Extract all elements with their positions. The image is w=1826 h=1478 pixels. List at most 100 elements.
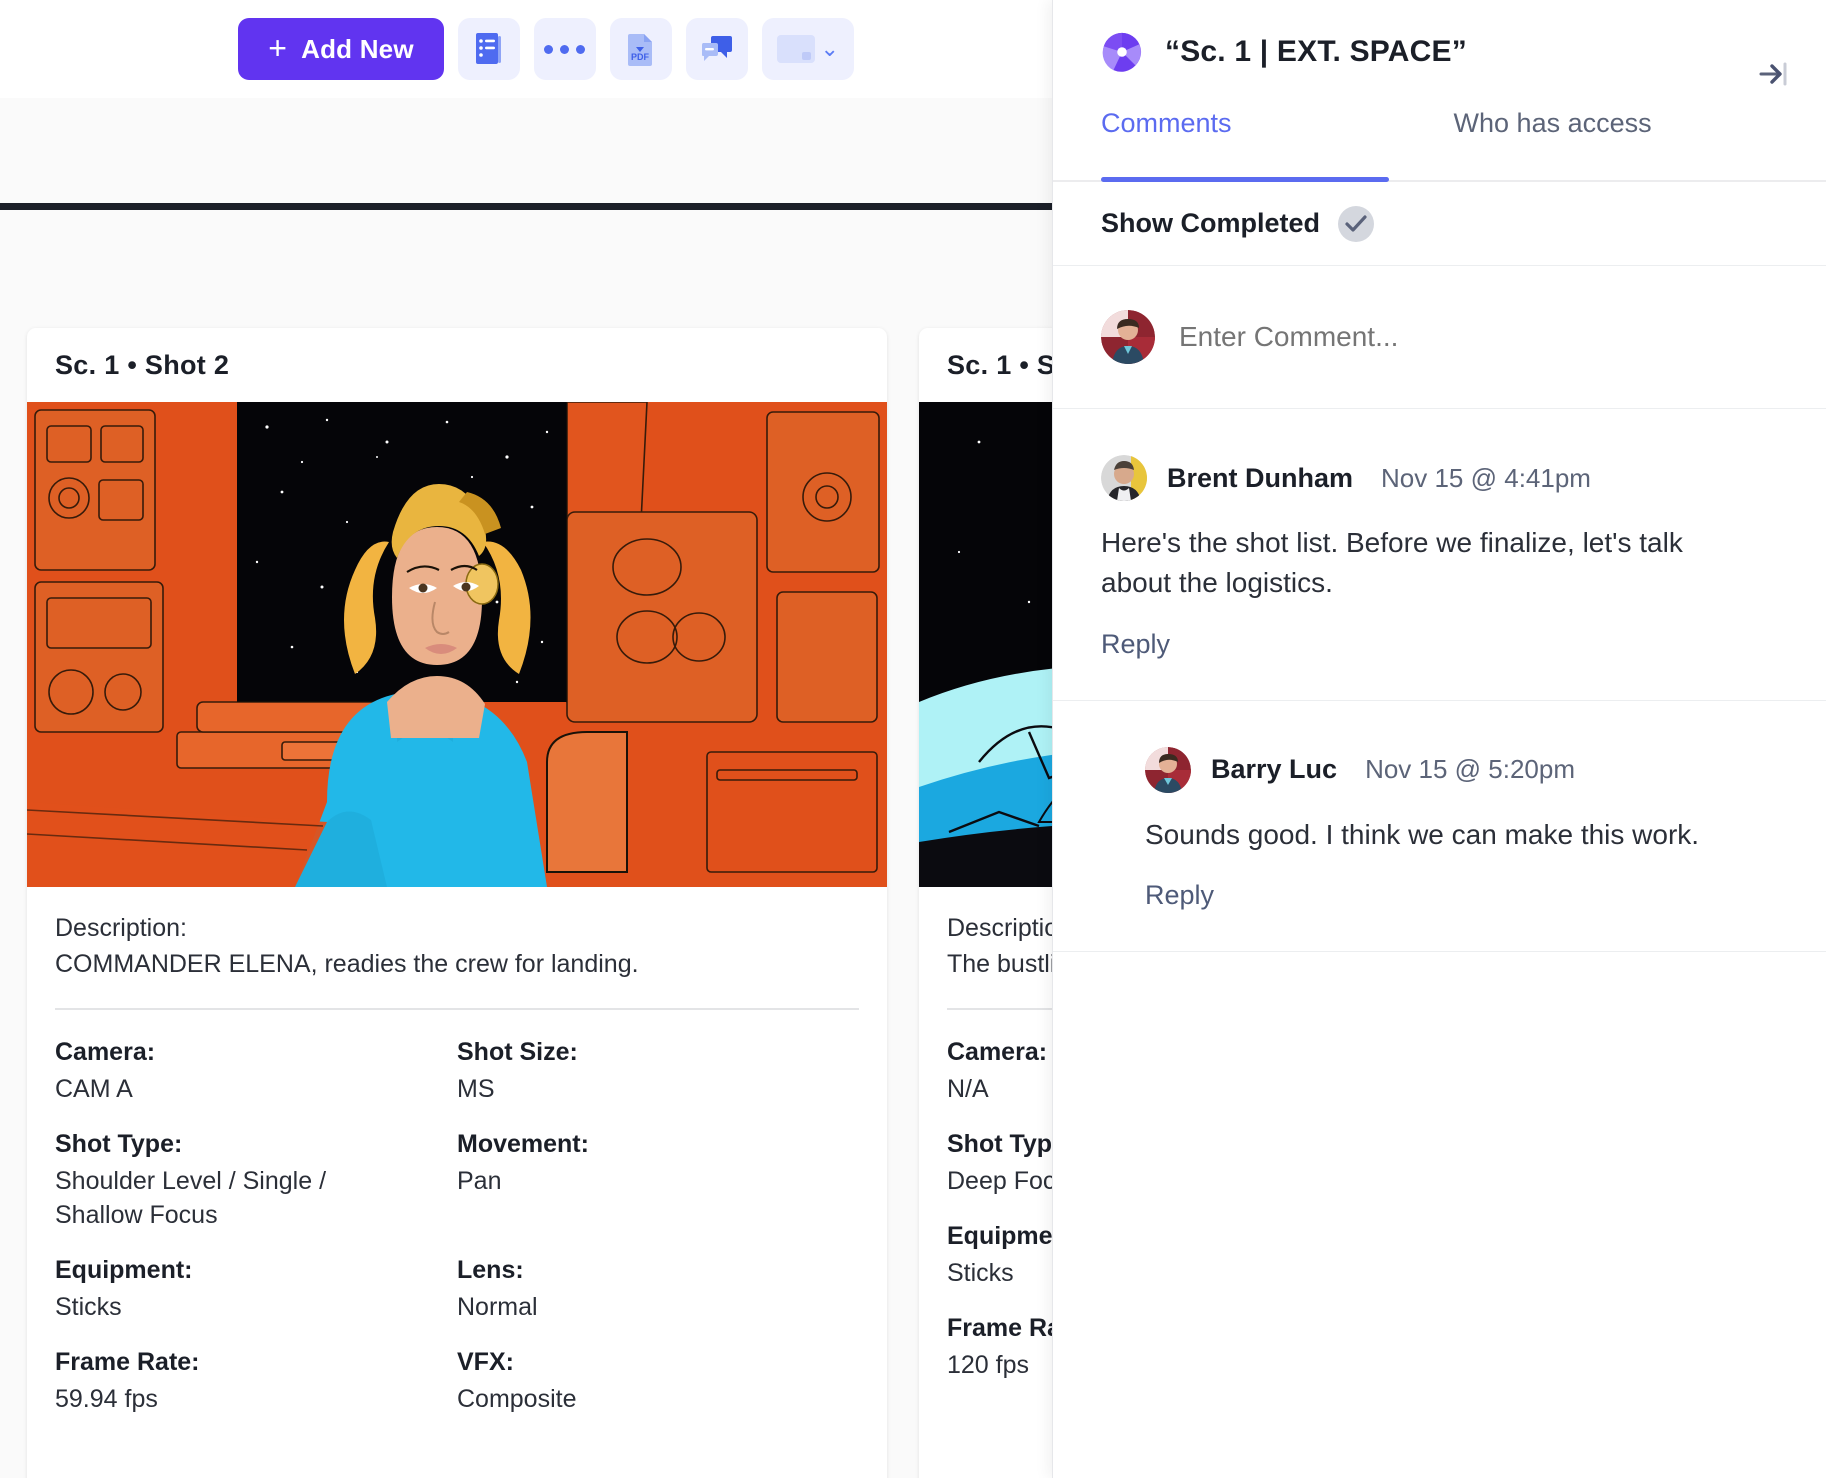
panel-title: “Sc. 1 | EXT. SPACE” [1165, 35, 1467, 68]
description-text: COMMANDER ELENA, readies the crew for la… [55, 949, 639, 978]
card-divider [947, 1008, 1052, 1010]
shot-list-icon [475, 33, 501, 64]
panel-header: “Sc. 1 | EXT. SPACE” [1053, 0, 1826, 104]
main-region: + Add New PDF ⌄ Sc. 1 • Shot 2 Descripti… [0, 0, 1052, 1478]
comment-author-avatar [1145, 746, 1191, 793]
download-pdf-button[interactable]: PDF [609, 18, 672, 80]
shot-card-title: Sc. 1 • Shot 3 [947, 349, 1052, 380]
comment-timestamp: Nov 15 @ 5:20pm [1365, 754, 1576, 784]
download-pdf-icon: PDF [627, 34, 652, 66]
comment-author: Barry Luc [1211, 754, 1338, 784]
comments-icon [701, 36, 732, 61]
aperture-logo-icon [1102, 32, 1142, 72]
spec-key: Shot Type: [55, 1130, 183, 1158]
card-divider [55, 1008, 859, 1010]
show-completed-label: Show Completed [1101, 208, 1321, 238]
spec-value: MS [457, 1075, 495, 1103]
storyboard-area: Sc. 1 • Shot 2 Description: COMMANDER EL… [0, 210, 1052, 1478]
spec-item-frame-rate: Frame Rate: 120 fps [947, 1314, 1052, 1382]
storyboard-image [27, 402, 887, 887]
add-new-button[interactable]: + Add New [238, 18, 444, 80]
comment-item: Brent Dunham Nov 15 @ 4:41pm Here's the … [1053, 409, 1826, 701]
show-completed-checkbox[interactable] [1338, 205, 1375, 242]
comments-button[interactable] [685, 18, 748, 80]
comment-input[interactable] [1179, 321, 1778, 353]
tab-who-has-access[interactable]: Who has access [1454, 104, 1652, 180]
chevron-down-icon: ⌄ [820, 36, 839, 61]
shot-card-body: Description: COMMANDER ELENA, readies th… [27, 887, 887, 1416]
comments-side-panel: “Sc. 1 | EXT. SPACE” Comments Who has ac… [1052, 0, 1826, 1478]
shot-list-button[interactable] [457, 18, 520, 80]
spec-key: Shot Size: [457, 1038, 578, 1066]
spec-item-camera: Camera: N/A [947, 1038, 1052, 1106]
app-root: + Add New PDF ⌄ Sc. 1 • Shot 2 Descripti… [0, 0, 1826, 1478]
shot-card[interactable]: Sc. 1 • Shot 2 Description: COMMANDER EL… [27, 328, 887, 1478]
tab-comments[interactable]: Comments [1101, 104, 1232, 180]
spec-key: Frame Rate: [55, 1348, 200, 1376]
spec-value: Deep Focus [947, 1167, 1052, 1195]
collapse-panel-right-icon [1759, 62, 1787, 86]
spec-value: Sticks [947, 1259, 1014, 1287]
spec-key: Movement: [457, 1130, 589, 1158]
spec-value: Sticks [55, 1293, 122, 1321]
spec-item-shot-type: Shot Type: Shoulder Level / Single / Sha… [55, 1130, 457, 1232]
plus-icon: + [268, 30, 288, 66]
spec-value: N/A [947, 1075, 989, 1103]
toolbar: + Add New PDF ⌄ [0, 0, 1052, 98]
spec-key: VFX: [457, 1348, 514, 1376]
spec-value: CAM A [55, 1075, 133, 1103]
panel-tabs: Comments Who has access [1053, 104, 1826, 182]
comment-author: Brent Dunham [1167, 462, 1354, 493]
spec-item-shot-size: Shot Size: MS [457, 1038, 859, 1106]
shot-card[interactable]: Sc. 1 • Shot 3 [919, 328, 1052, 1478]
spec-item-lens: Lens: Normal [457, 1256, 859, 1324]
comment-body: Here's the shot list. Before we finalize… [1101, 527, 1683, 598]
spec-key: Lens: [457, 1256, 524, 1284]
svg-text:PDF: PDF [631, 52, 650, 62]
shot-card-body: Description: The bustling spaceport at d… [919, 887, 1052, 1382]
spec-item-camera: Camera: CAM A [55, 1038, 457, 1106]
spec-key: Equipment: [55, 1256, 193, 1284]
more-options-icon [544, 44, 586, 54]
spec-item-shot-type: Shot Type: Deep Focus [947, 1130, 1052, 1198]
spec-value: Pan [457, 1167, 502, 1195]
spec-grid: Camera: CAM A Shot Size: MS Shot Type: S… [55, 1038, 859, 1416]
spec-item-equipment: Equipment: Sticks [55, 1256, 457, 1324]
spec-item-frame-rate: Frame Rate: 59.94 fps [55, 1348, 457, 1416]
collapse-panel-button[interactable] [1750, 52, 1798, 96]
thumbnail-icon [776, 35, 815, 63]
description-label: Description: [947, 914, 1052, 942]
spec-key: Equipment: [947, 1222, 1052, 1250]
spec-key: Camera: [55, 1038, 156, 1066]
show-completed-row[interactable]: Show Completed [1053, 182, 1826, 266]
reply-button[interactable]: Reply [1145, 880, 1214, 911]
spec-value: Shoulder Level / Single / Shallow Focus [55, 1167, 327, 1229]
spec-item-equipment: Equipment: Sticks [947, 1222, 1052, 1290]
spec-item-vfx: VFX: Composite [457, 1348, 859, 1416]
comment-body: Sounds good. I think we can make this wo… [1145, 818, 1700, 850]
reply-button[interactable]: Reply [1101, 629, 1170, 660]
add-new-label: Add New [301, 33, 414, 64]
description-text: The bustling spaceport at dawn. [947, 949, 1052, 978]
spec-value: 120 fps [947, 1351, 1030, 1379]
view-mode-select[interactable]: ⌄ [761, 18, 854, 80]
storyboard-image [919, 402, 1052, 887]
spec-key: Camera: [947, 1038, 1048, 1066]
description-label: Description: [55, 914, 187, 942]
spec-grid: Camera: N/A Shot Size: WS Shot Type: Dee… [947, 1038, 1052, 1382]
shot-card-title: Sc. 1 • Shot 2 [55, 349, 230, 380]
spec-value: Composite [457, 1385, 577, 1413]
section-divider [0, 203, 1052, 210]
comment-header: Brent Dunham Nov 15 @ 4:41pm [1101, 455, 1778, 501]
spec-value: Normal [457, 1293, 538, 1321]
comment-item: Barry Luc Nov 15 @ 5:20pm Sounds good. I… [1053, 701, 1826, 953]
check-icon [1345, 214, 1367, 232]
more-options-button[interactable] [533, 18, 596, 80]
comment-timestamp: Nov 15 @ 4:41pm [1381, 462, 1591, 493]
comment-header: Barry Luc Nov 15 @ 5:20pm [1145, 746, 1778, 793]
active-tab-underline [1101, 177, 1389, 182]
spec-value: 59.94 fps [55, 1385, 158, 1413]
comment-author-avatar [1101, 455, 1147, 501]
comment-compose-row[interactable] [1053, 266, 1826, 409]
spec-key: Frame Rate: [947, 1314, 1052, 1342]
